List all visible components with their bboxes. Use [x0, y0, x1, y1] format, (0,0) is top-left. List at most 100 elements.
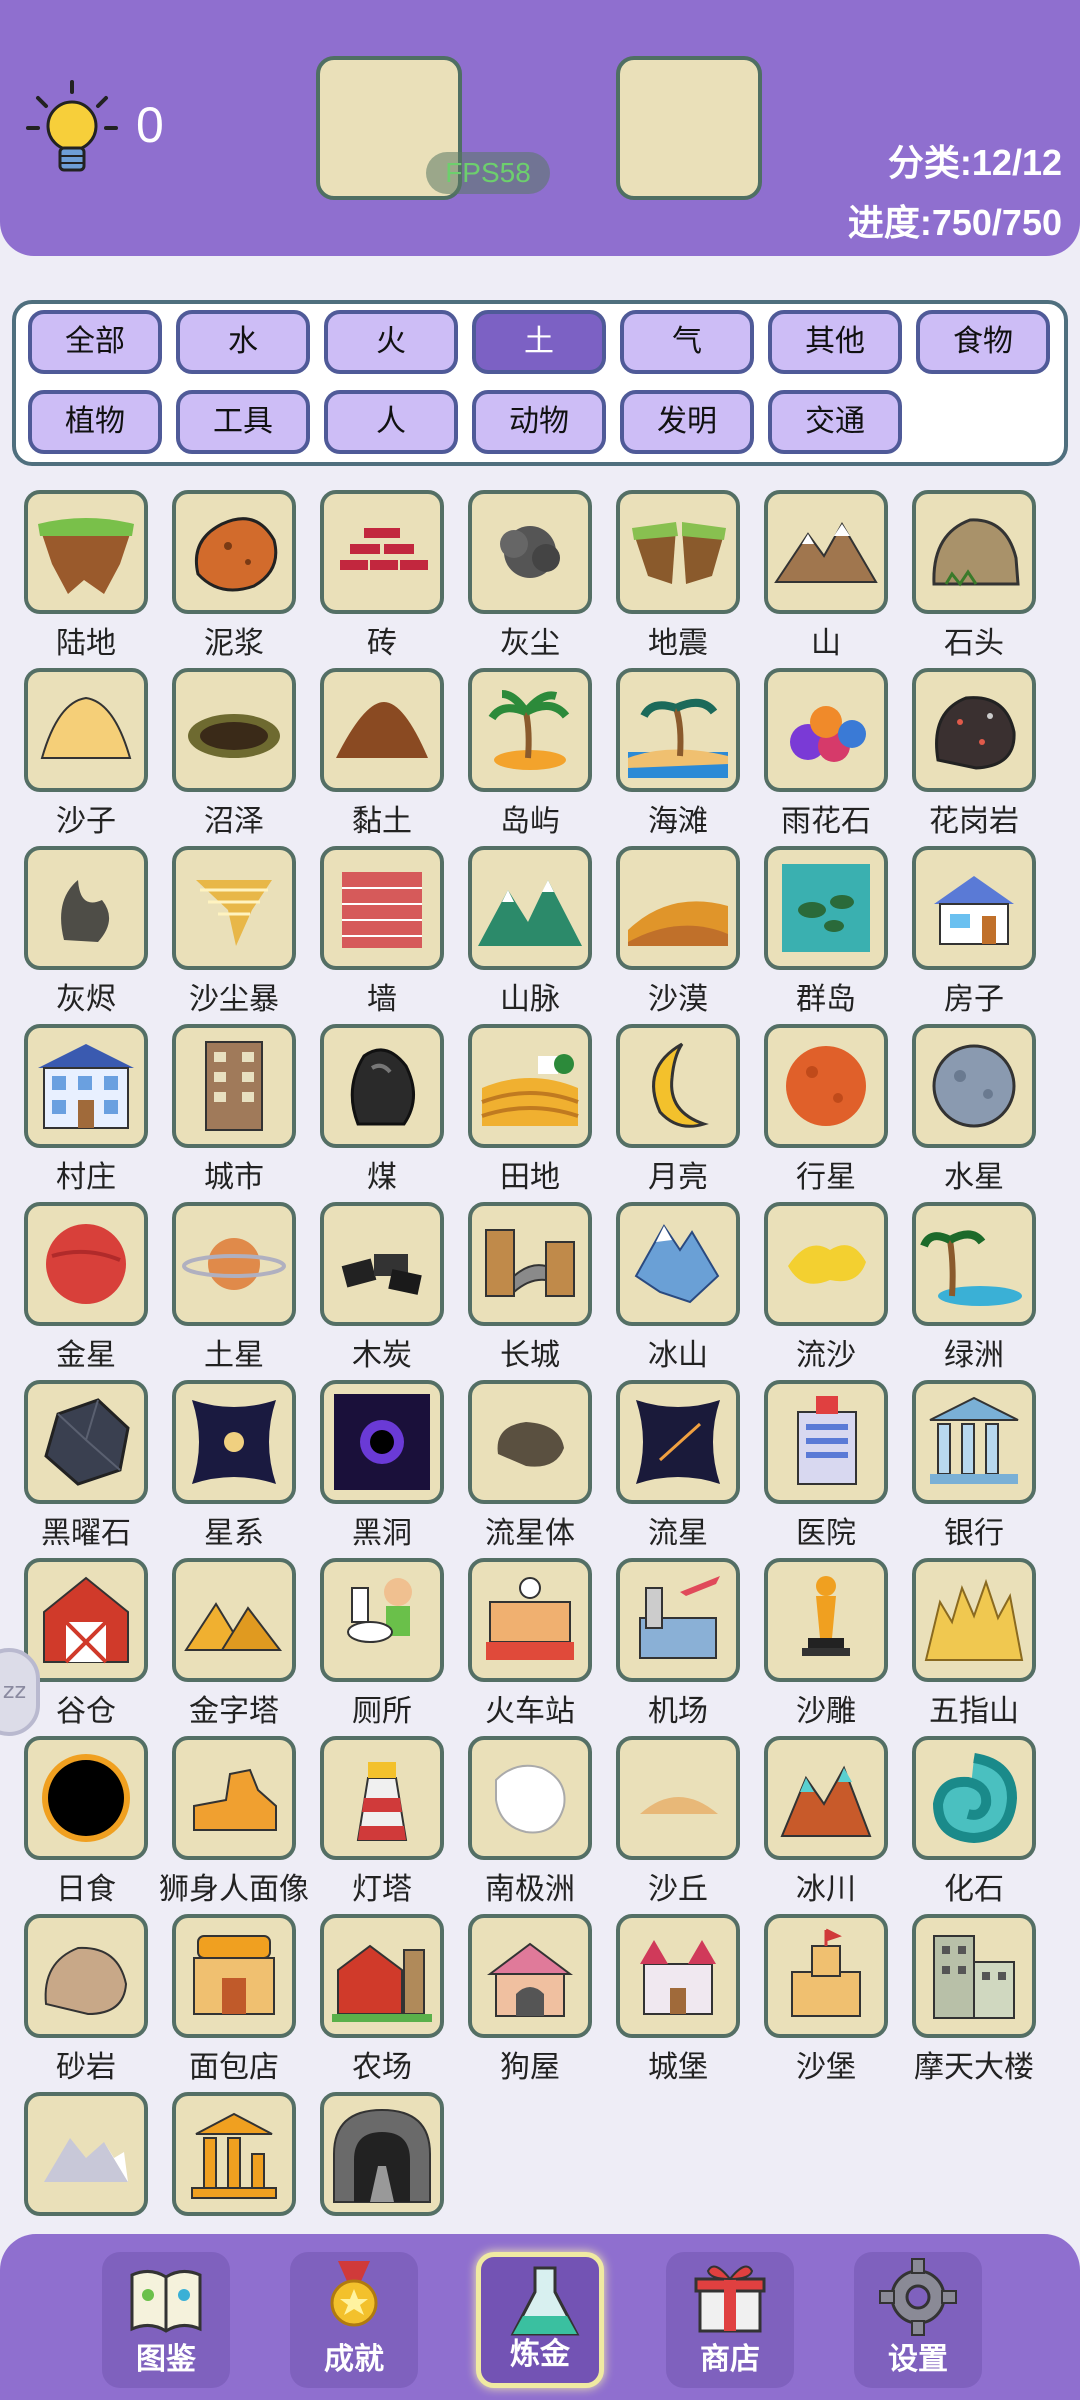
element-item[interactable]: 星系 — [160, 1380, 308, 1551]
element-tile[interactable] — [320, 1202, 444, 1326]
element-item[interactable]: 日食 — [12, 1736, 160, 1907]
element-item[interactable]: 雨花石 — [752, 668, 900, 839]
element-tile[interactable] — [468, 1736, 592, 1860]
element-tile[interactable] — [764, 846, 888, 970]
element-item[interactable]: 沼泽 — [160, 668, 308, 839]
element-tile[interactable] — [24, 1202, 148, 1326]
element-tile[interactable] — [172, 1558, 296, 1682]
element-item[interactable]: 金星 — [12, 1202, 160, 1373]
element-tile[interactable] — [24, 490, 148, 614]
element-item[interactable]: 流沙 — [752, 1202, 900, 1373]
element-item[interactable]: 月亮 — [604, 1024, 752, 1195]
element-item[interactable]: 沙雕 — [752, 1558, 900, 1729]
element-tile[interactable] — [912, 1914, 1036, 2038]
element-item[interactable]: 五指山 — [900, 1558, 1048, 1729]
element-item[interactable]: 砂岩 — [12, 1914, 160, 2085]
element-tile[interactable] — [468, 1380, 592, 1504]
element-item[interactable]: 砖 — [308, 490, 456, 661]
element-item[interactable]: 化石 — [900, 1736, 1048, 1907]
element-item[interactable]: 狗屋 — [456, 1914, 604, 2085]
element-item[interactable]: 沙丘 — [604, 1736, 752, 1907]
element-item[interactable]: 流星体 — [456, 1380, 604, 1551]
element-tile[interactable] — [912, 1024, 1036, 1148]
category-tab[interactable]: 火 — [324, 310, 458, 374]
element-item[interactable]: 岛屿 — [456, 668, 604, 839]
element-item[interactable]: 房子 — [900, 846, 1048, 1017]
element-item[interactable]: 山 — [752, 490, 900, 661]
element-item[interactable]: 黑曜石 — [12, 1380, 160, 1551]
element-tile[interactable] — [764, 490, 888, 614]
category-tab[interactable]: 发明 — [620, 390, 754, 454]
element-item[interactable]: 花岗岩 — [900, 668, 1048, 839]
element-tile[interactable] — [912, 1202, 1036, 1326]
element-tile[interactable] — [912, 668, 1036, 792]
element-item[interactable]: 长城 — [456, 1202, 604, 1373]
element-tile[interactable] — [616, 1736, 740, 1860]
element-tile[interactable] — [320, 1024, 444, 1148]
element-item[interactable]: 银行 — [900, 1380, 1048, 1551]
element-item[interactable]: 医院 — [752, 1380, 900, 1551]
element-item[interactable]: 厕所 — [308, 1558, 456, 1729]
element-tile[interactable] — [468, 1024, 592, 1148]
element-tile[interactable] — [616, 1914, 740, 2038]
element-item[interactable]: 海滩 — [604, 668, 752, 839]
element-item[interactable]: 灯塔 — [308, 1736, 456, 1907]
element-tile[interactable] — [172, 1736, 296, 1860]
element-tile[interactable] — [764, 1380, 888, 1504]
element-item[interactable]: 泥浆 — [160, 490, 308, 661]
category-tab[interactable]: 全部 — [28, 310, 162, 374]
element-item[interactable]: 石头 — [900, 490, 1048, 661]
element-item[interactable]: 冰川 — [752, 1736, 900, 1907]
element-tile[interactable] — [172, 1914, 296, 2038]
element-item[interactable]: 土星 — [160, 1202, 308, 1373]
element-tile[interactable] — [616, 1024, 740, 1148]
element-item[interactable]: 金字塔 — [160, 1558, 308, 1729]
element-tile[interactable] — [172, 1380, 296, 1504]
element-tile[interactable] — [764, 668, 888, 792]
element-tile[interactable] — [320, 490, 444, 614]
element-tile[interactable] — [912, 1736, 1036, 1860]
element-tile[interactable] — [172, 846, 296, 970]
element-item[interactable]: 群岛 — [752, 846, 900, 1017]
element-tile[interactable] — [468, 846, 592, 970]
element-tile[interactable] — [320, 2092, 444, 2216]
element-item[interactable]: 田地 — [456, 1024, 604, 1195]
element-tile[interactable] — [24, 1736, 148, 1860]
element-item[interactable]: 沙漠 — [604, 846, 752, 1017]
element-tile[interactable] — [616, 490, 740, 614]
element-tile[interactable] — [320, 668, 444, 792]
element-tile[interactable] — [912, 490, 1036, 614]
element-item[interactable]: 城堡 — [604, 1914, 752, 2085]
element-item[interactable]: 沙堡 — [752, 1914, 900, 2085]
nav-medal-button[interactable]: 成就 — [290, 2252, 418, 2388]
element-tile[interactable] — [764, 1914, 888, 2038]
element-item[interactable]: 山脉 — [456, 846, 604, 1017]
element-tile[interactable] — [24, 1558, 148, 1682]
element-tile[interactable] — [24, 2092, 148, 2216]
element-tile[interactable] — [616, 1558, 740, 1682]
element-tile[interactable] — [320, 1558, 444, 1682]
category-tab[interactable]: 食物 — [916, 310, 1050, 374]
element-item[interactable]: 地震 — [604, 490, 752, 661]
element-item[interactable]: 墙 — [308, 846, 456, 1017]
category-tab[interactable]: 动物 — [472, 390, 606, 454]
element-tile[interactable] — [468, 490, 592, 614]
element-tile[interactable] — [616, 846, 740, 970]
element-item[interactable]: 村庄 — [12, 1024, 160, 1195]
element-item[interactable]: 灰烬 — [12, 846, 160, 1017]
element-item[interactable]: 沙尘暴 — [160, 846, 308, 1017]
element-item[interactable]: 灰尘 — [456, 490, 604, 661]
element-item[interactable]: 摩天大楼 — [900, 1914, 1048, 2085]
element-tile[interactable] — [172, 2092, 296, 2216]
element-item[interactable]: 木炭 — [308, 1202, 456, 1373]
element-tile[interactable] — [912, 1380, 1036, 1504]
element-item[interactable]: 黑洞 — [308, 1380, 456, 1551]
element-item[interactable]: 沙子 — [12, 668, 160, 839]
element-tile[interactable] — [616, 1380, 740, 1504]
element-tile[interactable] — [172, 668, 296, 792]
element-tile[interactable] — [912, 846, 1036, 970]
element-item[interactable]: 行星 — [752, 1024, 900, 1195]
element-tile[interactable] — [172, 1202, 296, 1326]
element-item[interactable]: 狮身人面像 — [159, 1736, 309, 1907]
category-tab[interactable]: 人 — [324, 390, 458, 454]
